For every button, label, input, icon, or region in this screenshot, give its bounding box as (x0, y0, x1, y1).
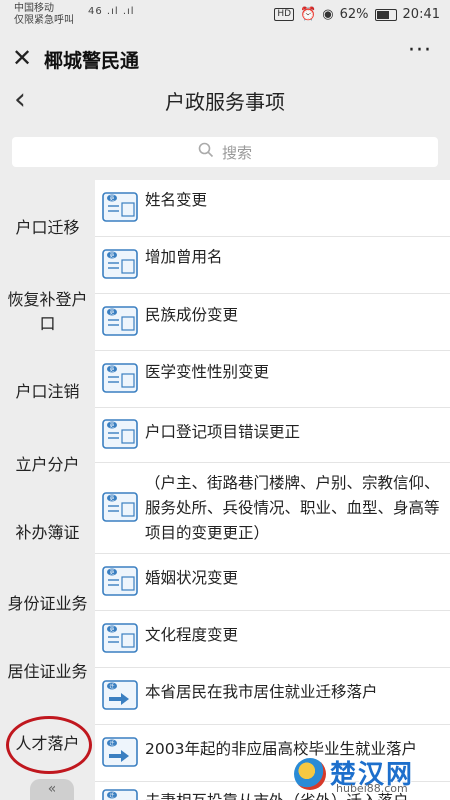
icon-label: 更 (109, 570, 114, 576)
list-item[interactable]: 更 民族成份变更 (95, 294, 450, 351)
list-item[interactable]: 更 婚姻状况变更 (95, 554, 450, 611)
icon-label: 更 (109, 367, 114, 373)
collapse-button[interactable]: « (30, 779, 74, 800)
list-item[interactable]: 更 姓名变更 (95, 180, 450, 237)
list-item-label: （户主、街路巷门楼牌、户别、宗教信仰、服务处所、兵役情况、职业、血型、身高等项目… (145, 474, 440, 542)
document-transfer-icon: 迁 (102, 680, 138, 710)
watermark-url: hubei88.com (336, 782, 408, 795)
carrier-info: 中国移动 仅限紧急呼叫 (14, 3, 74, 27)
status-bar: 中国移动 仅限紧急呼叫 46 .ıl .ıl HD ⏰ ◉ 62% 20:41 (0, 0, 450, 30)
document-change-icon: 更 (102, 306, 138, 336)
service-list: 更 姓名变更 更 增加曾用名 更 民族成份变更 更 医学变性性别变更 更 户口登… (95, 180, 450, 800)
document-change-icon: 更 (102, 419, 138, 449)
sidebar-item-hukou-transfer[interactable]: 户口迁移 (0, 216, 95, 240)
icon-label: 迁 (109, 792, 114, 799)
watermark: 楚汉网 hubei88.com (294, 756, 444, 796)
search-input[interactable]: 搜索 (12, 137, 438, 167)
document-change-icon: 更 (102, 566, 138, 596)
carrier-name: 中国移动 (14, 3, 54, 14)
list-item[interactable]: 更 医学变性性别变更 (95, 351, 450, 408)
carrier-sub: 仅限紧急呼叫 (14, 15, 74, 26)
list-item-label: 医学变性性别变更 (145, 363, 270, 381)
list-item-label: 户口登记项目错误更正 (145, 423, 301, 441)
alarm-icon: ⏰ (300, 7, 317, 22)
document-change-icon: 更 (102, 492, 138, 522)
icon-label: 迁 (109, 740, 114, 747)
search-placeholder: 搜索 (221, 143, 252, 162)
hd-icon: HD (274, 8, 295, 21)
more-icon[interactable]: ··· (408, 38, 432, 63)
list-item-label: 增加曾用名 (145, 248, 223, 266)
document-change-icon: 更 (102, 249, 138, 279)
watermark-logo-icon (294, 758, 326, 790)
list-item[interactable]: 更 增加曾用名 (95, 237, 450, 294)
sidebar-item-household-split[interactable]: 立户分户 (0, 453, 95, 477)
document-transfer-icon: 迁 (102, 737, 138, 767)
category-sidebar: 户口迁移 恢复补登户口 户口注销 立户分户 补办簿证 身份证业务 居住证业务 人… (0, 180, 95, 800)
list-item[interactable]: 更 文化程度变更 (95, 611, 450, 668)
signal-icon: 46 .ıl .ıl (88, 6, 135, 17)
list-item-label: 姓名变更 (145, 191, 208, 209)
document-change-icon: 更 (102, 192, 138, 222)
list-item-label: 文化程度变更 (145, 626, 239, 644)
close-icon[interactable]: ✕ (12, 44, 32, 72)
app-title: 椰城警民通 (44, 50, 140, 72)
icon-label: 更 (109, 496, 114, 502)
list-item[interactable]: 更 （户主、街路巷门楼牌、户别、宗教信仰、服务处所、兵役情况、职业、血型、身高等… (95, 463, 450, 554)
list-item[interactable]: 迁 本省居民在我市居住就业迁移落户 (95, 668, 450, 725)
eye-icon: ◉ (322, 7, 334, 22)
icon-label: 迁 (109, 683, 114, 690)
icon-label: 更 (109, 253, 114, 259)
page-title: 户政服务事项 (165, 90, 285, 114)
list-item-label: 婚姻状况变更 (145, 569, 239, 587)
sidebar-item-residence-permit[interactable]: 居住证业务 (0, 660, 95, 684)
app-bar: ✕ 椰城警民通 ··· (0, 38, 450, 78)
document-change-icon: 更 (102, 363, 138, 393)
sidebar-item-hukou-cancel[interactable]: 户口注销 (0, 380, 95, 404)
battery-percent: 62% (339, 7, 369, 22)
sidebar-item-restore-hukou[interactable]: 恢复补登户口 (0, 288, 95, 336)
icon-label: 更 (109, 310, 114, 316)
nav-bar: ‹ 户政服务事项 (0, 78, 450, 124)
battery-icon (374, 8, 397, 21)
list-item-label: 本省居民在我市居住就业迁移落户 (145, 683, 378, 701)
status-right: HD ⏰ ◉ 62% 20:41 (274, 7, 440, 22)
sidebar-item-id-card[interactable]: 身份证业务 (0, 592, 95, 616)
sidebar-item-reissue-booklet[interactable]: 补办簿证 (0, 521, 95, 545)
icon-label: 更 (109, 627, 114, 633)
document-change-icon: 更 (102, 623, 138, 653)
icon-label: 更 (109, 196, 114, 202)
search-icon (198, 142, 214, 162)
highlight-annotation (6, 716, 92, 774)
document-transfer-icon: 迁 (102, 789, 138, 800)
list-item[interactable]: 更 户口登记项目错误更正 (95, 408, 450, 463)
icon-label: 更 (109, 423, 114, 429)
clock: 20:41 (402, 7, 440, 22)
list-item-label: 民族成份变更 (145, 306, 239, 324)
